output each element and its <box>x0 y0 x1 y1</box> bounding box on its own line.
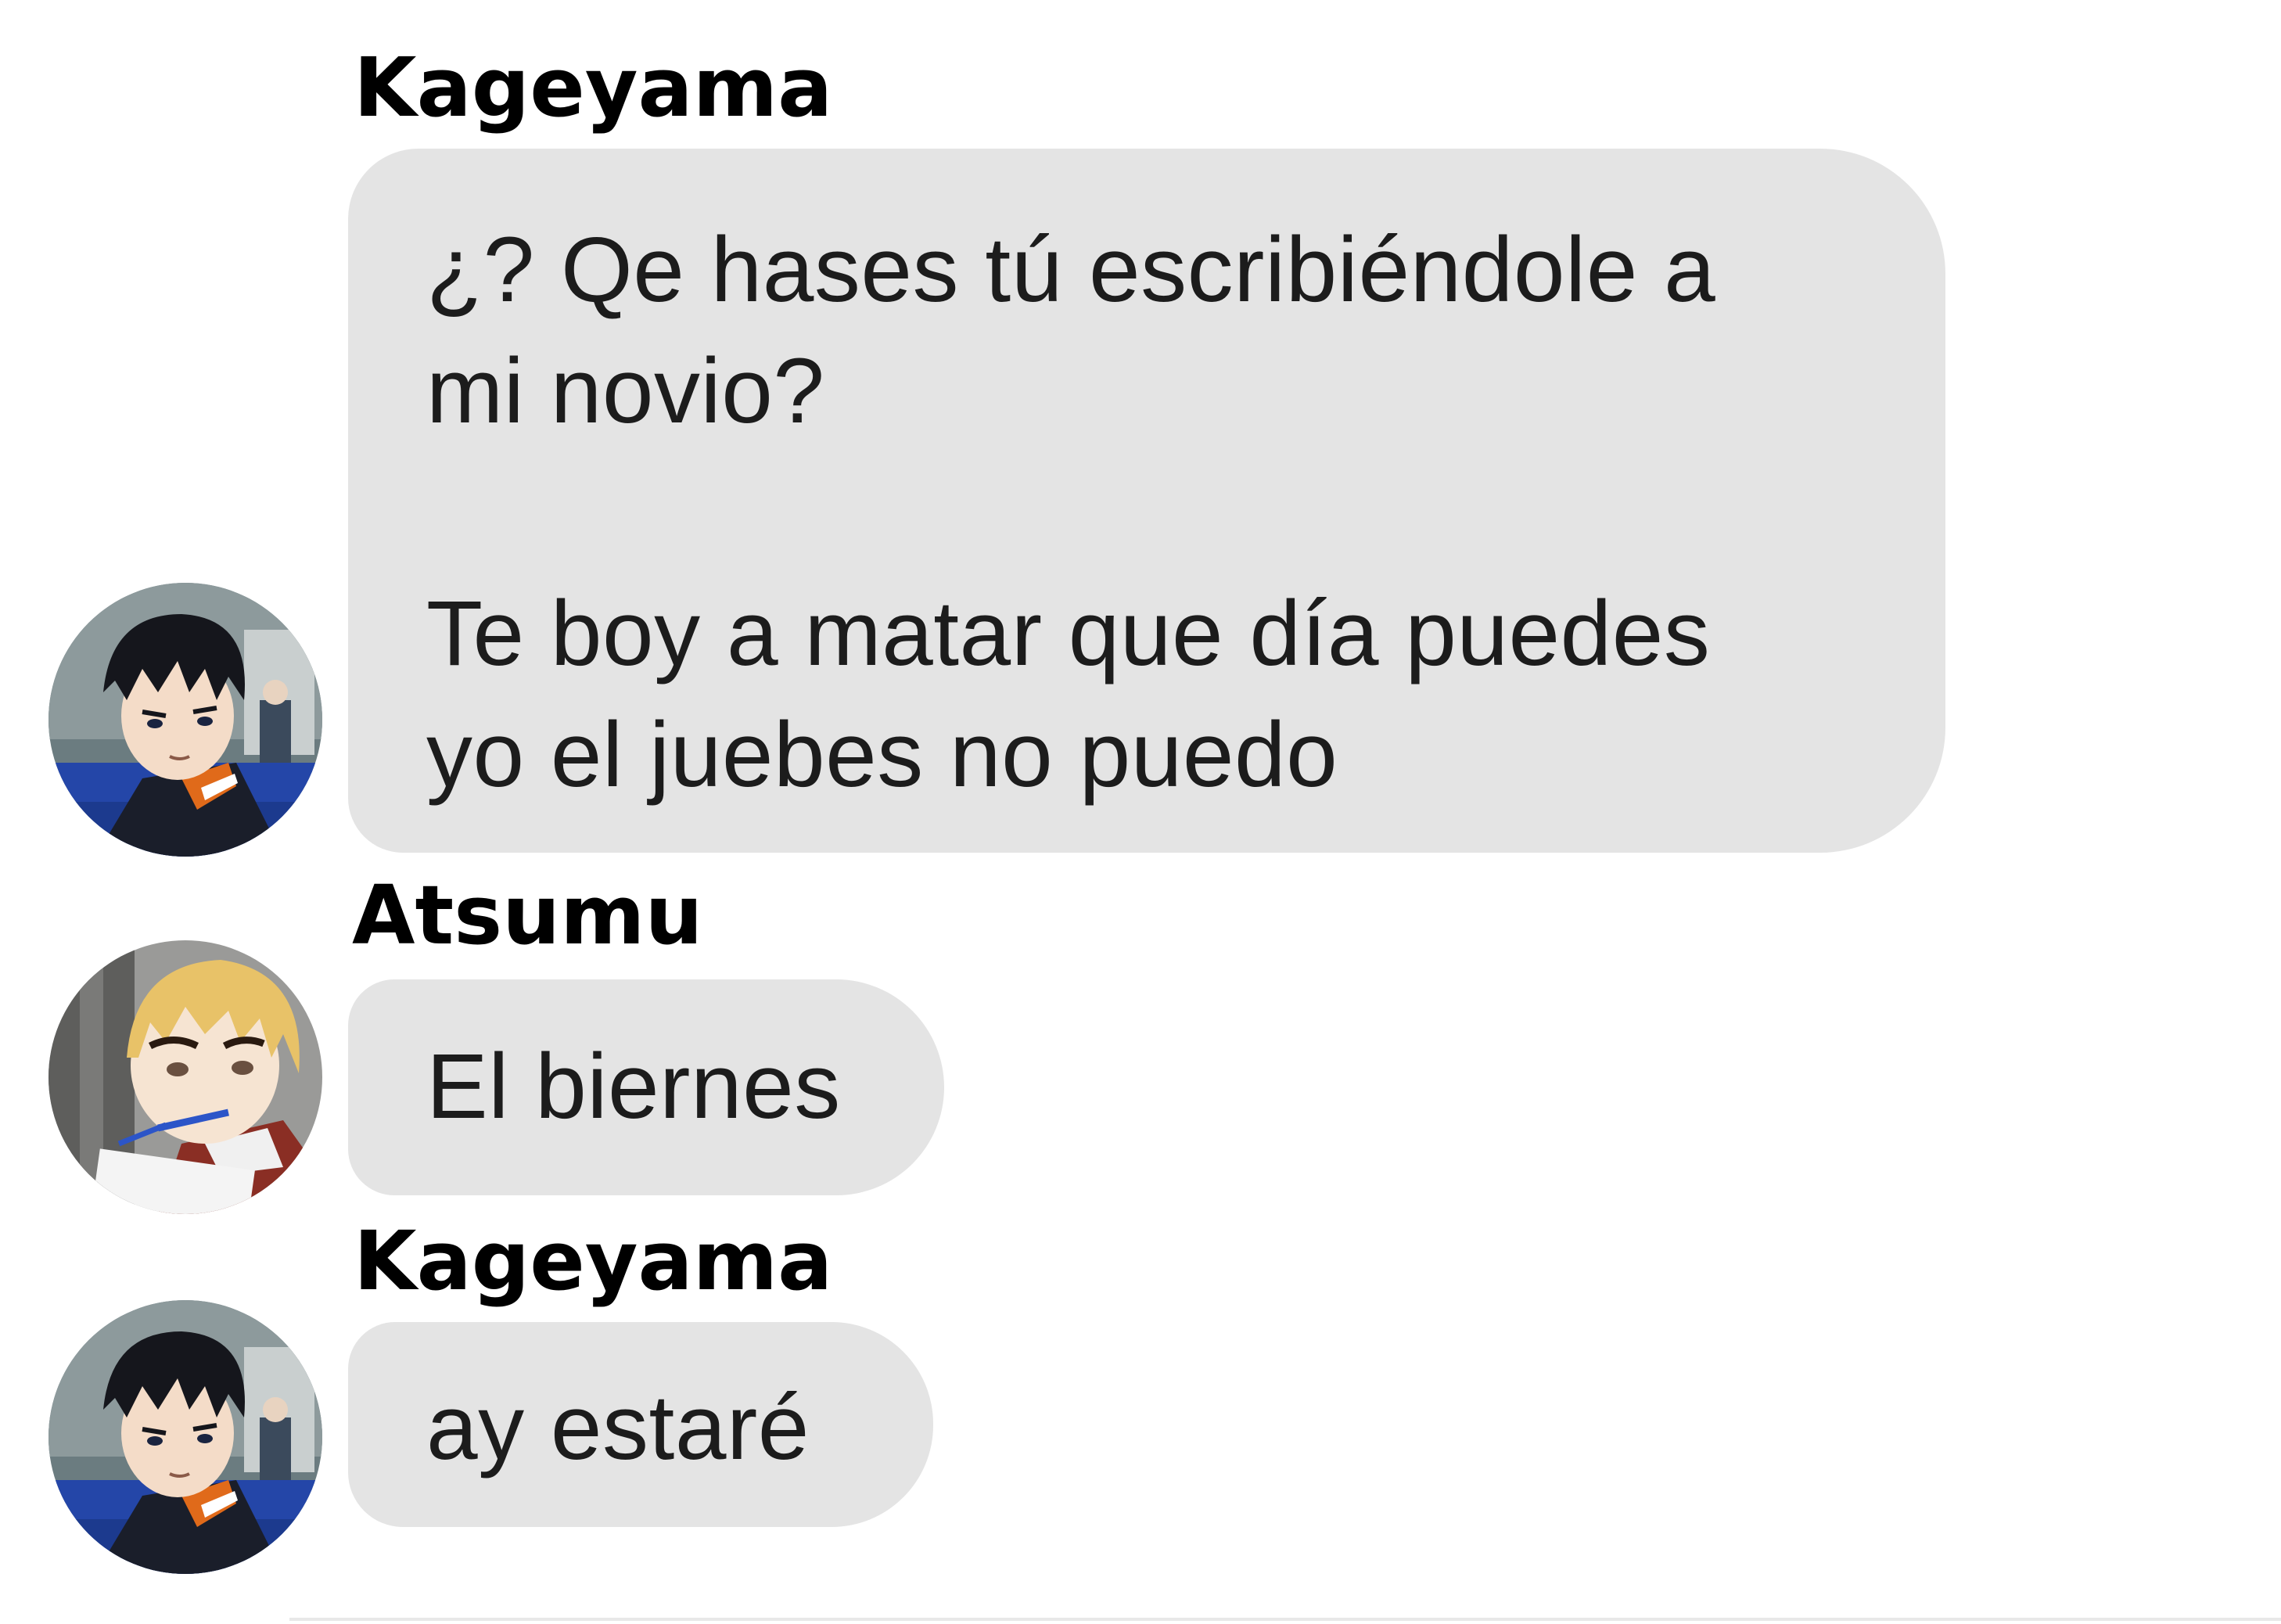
sender-name: Atsumu <box>352 868 703 963</box>
message-text: El biernes <box>426 1035 841 1138</box>
message-text: ¿? Qe hases tú escribiéndole a mi novio?… <box>426 218 1716 807</box>
message-text: ay estaré <box>426 1376 810 1479</box>
divider <box>289 1618 2281 1621</box>
atsumu-avatar-icon[interactable] <box>48 940 322 1214</box>
message-bubble[interactable]: El biernes <box>348 979 944 1195</box>
sender-name: Kageyama <box>354 40 833 135</box>
message-bubble[interactable]: ¿? Qe hases tú escribiéndole a mi novio?… <box>348 149 1945 853</box>
message-bubble[interactable]: ay estaré <box>348 1322 933 1527</box>
sender-name: Kageyama <box>354 1213 833 1309</box>
kageyama-avatar-icon[interactable] <box>48 1300 322 1574</box>
kageyama-avatar-icon[interactable] <box>48 583 322 857</box>
